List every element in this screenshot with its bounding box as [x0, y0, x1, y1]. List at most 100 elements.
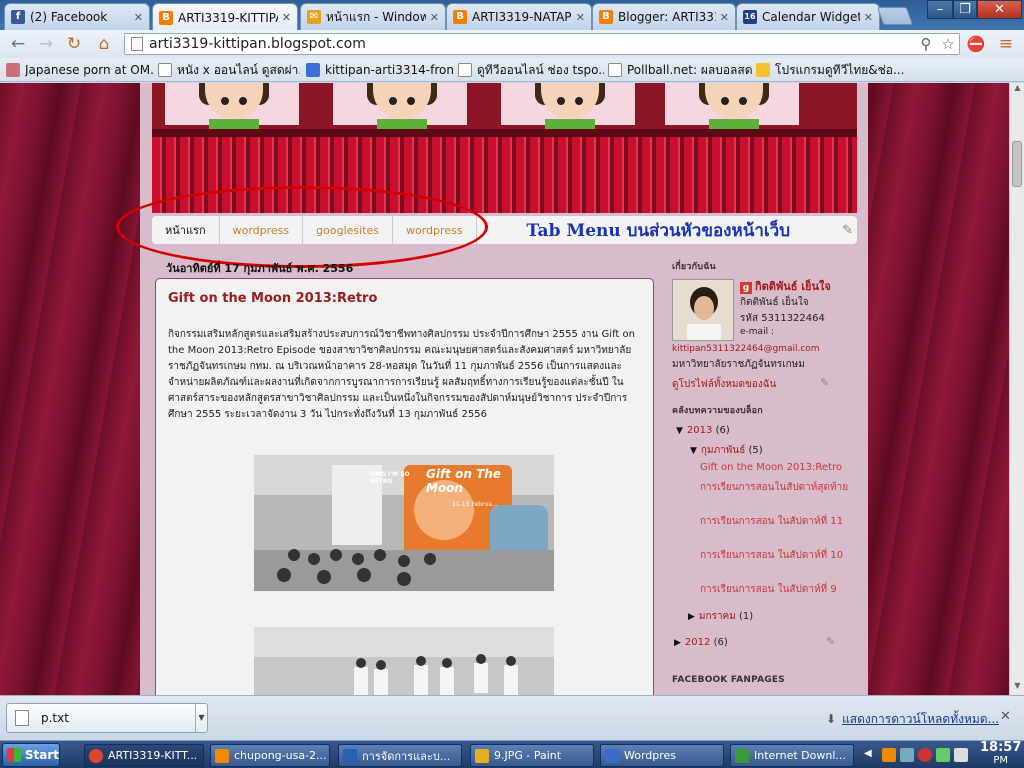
- tab-label: Calendar Widget f: [762, 10, 860, 24]
- close-icon[interactable]: ✕: [1000, 709, 1011, 724]
- minimize-button[interactable]: –: [927, 0, 953, 19]
- bookmark-item[interactable]: kittipan-arti3314-front...: [306, 61, 454, 79]
- close-icon[interactable]: ✕: [134, 11, 143, 24]
- triangle-right-icon[interactable]: ▶: [674, 638, 681, 648]
- adblock-icon[interactable]: ⛔: [966, 34, 986, 54]
- taskbar-item-paint[interactable]: 9.JPG - Paint: [470, 744, 594, 767]
- tab-facebook[interactable]: f (2) Facebook ✕: [4, 3, 150, 30]
- avatar[interactable]: [672, 279, 734, 341]
- view-full-profile-link[interactable]: ดูโปรไฟล์ทั้งหมดของฉัน: [672, 377, 776, 392]
- close-icon[interactable]: ✕: [430, 11, 439, 24]
- bookmark-item[interactable]: ดูทีวีออนไลน์ ช่อง tspo...: [458, 61, 604, 79]
- bookmark-item[interactable]: Japanese porn at OM...: [6, 61, 154, 79]
- show-all-label: แสดงการดาวน์โหลดทั้งหมด...: [842, 712, 1000, 726]
- close-icon[interactable]: ✕: [864, 11, 873, 24]
- archive-post-link[interactable]: Gift on the Moon 2013:Retro: [700, 461, 850, 475]
- close-window-button[interactable]: ✕: [977, 0, 1022, 19]
- forward-arrow-icon[interactable]: →: [36, 34, 56, 54]
- archive-post-link[interactable]: การเรียนการสอน ในสัปดาห์ที่ 10: [700, 549, 850, 563]
- page-scrollbar[interactable]: ▲ ▼: [1009, 83, 1024, 695]
- archive-post-link[interactable]: การเรียนการสอน ในสัปดาห์ที่ 11: [700, 515, 850, 529]
- taskbar-item-wordpres[interactable]: Wordpres: [600, 744, 724, 767]
- archive-month-label[interactable]: มกราคม: [699, 611, 736, 622]
- archive-month-january[interactable]: ▶ มกราคม (1): [688, 609, 753, 624]
- taskbar-item-idm[interactable]: Internet Downl...: [730, 744, 854, 767]
- event-photo[interactable]: OMG I'M SO RETRO Gift on The Moon 11-13 …: [254, 455, 554, 591]
- edit-wrench-icon[interactable]: ✎: [826, 635, 835, 648]
- archive-month-february[interactable]: ▼ กุมภาพันธ์ (5): [690, 443, 763, 458]
- maximize-button[interactable]: ❐: [953, 0, 977, 19]
- scroll-up-icon[interactable]: ▲: [1010, 83, 1024, 97]
- search-icon[interactable]: ⚲: [915, 35, 937, 53]
- taskbar-item-chrome[interactable]: ARTI3319-KITT...: [84, 744, 204, 767]
- bookmark-item[interactable]: หนัง x ออนไลน์ ดูสดผ่า...: [158, 61, 300, 79]
- bookmark-item[interactable]: Pollball.net: ผลบอลสด...: [608, 61, 752, 79]
- profile-name[interactable]: g กิตติพันธ์ เย็นใจ: [740, 277, 831, 295]
- archive-post-link[interactable]: การเรียนการสอนในสัปดาห์สุดท้าย: [700, 481, 850, 495]
- dropdown-arrow-icon[interactable]: ▼: [195, 704, 207, 732]
- show-all-downloads-link[interactable]: ⬇ แสดงการดาวน์โหลดทั้งหมด...: [826, 710, 999, 729]
- close-icon[interactable]: ✕: [720, 11, 729, 24]
- clock[interactable]: 18:57 PM: [980, 741, 1021, 767]
- tab-label: ARTI3319-NATAPO: [472, 10, 572, 24]
- bookmark-item[interactable]: โปรแกรมดูทีวีไทย&ช่อ...: [756, 61, 906, 79]
- url-text[interactable]: arti3319-kittipan.blogspot.com: [149, 36, 915, 52]
- blogger-icon: B: [599, 10, 613, 24]
- tab-blogger[interactable]: B Blogger: ARTI331 ✕: [592, 3, 736, 30]
- back-arrow-icon[interactable]: ←: [8, 34, 28, 54]
- tab-arti3319-natapol[interactable]: B ARTI3319-NATAPO ✕: [446, 3, 592, 30]
- download-item[interactable]: p.txt ▼: [6, 703, 208, 733]
- blog-post: Gift on the Moon 2013:Retro กิจกรรมเสริม…: [155, 278, 654, 695]
- edit-wrench-icon[interactable]: ✎: [842, 223, 853, 238]
- triangle-down-icon[interactable]: ▼: [676, 426, 683, 436]
- scrollbar-thumb[interactable]: [1012, 141, 1022, 187]
- text-file-icon: [15, 710, 29, 726]
- network-tray-icon[interactable]: [900, 748, 914, 762]
- download-shelf: p.txt ▼ ⬇ แสดงการดาวน์โหลดทั้งหมด... ✕: [0, 695, 1024, 740]
- archive-month-label[interactable]: กุมภาพันธ์: [701, 445, 745, 456]
- archive-year-2013[interactable]: ▼ 2013 (6): [676, 425, 730, 436]
- google-docs-icon: [306, 63, 320, 77]
- tv-icon: [756, 63, 770, 77]
- profile-line: กิตติพันธ์ เย็นใจ: [740, 297, 809, 308]
- taskbar-item-vlc[interactable]: chupong-usa-2...: [210, 744, 330, 767]
- antivirus-tray-icon[interactable]: [918, 748, 932, 762]
- reload-icon[interactable]: ↻: [64, 34, 84, 54]
- home-icon[interactable]: ⌂: [94, 34, 114, 54]
- triangle-right-icon[interactable]: ▶: [688, 612, 695, 622]
- blogger-icon: B: [453, 10, 467, 24]
- wrench-menu-icon[interactable]: ≡: [996, 34, 1016, 54]
- address-bar[interactable]: arti3319-kittipan.blogspot.com ⚲ ☆: [124, 33, 960, 55]
- tab-label: หน้าแรก - Windows: [326, 9, 426, 24]
- page-icon: [458, 63, 472, 77]
- bookmark-label: โปรแกรมดูทีวีไทย&ช่อ...: [775, 62, 905, 77]
- edit-wrench-icon[interactable]: ✎: [820, 376, 829, 389]
- tab-windows-live[interactable]: ✉ หน้าแรก - Windows ✕: [300, 3, 446, 30]
- signal-tray-icon[interactable]: [936, 748, 950, 762]
- archive-year-label[interactable]: 2013: [687, 425, 712, 436]
- profile-email[interactable]: kittipan5311322464@gmail.com: [672, 344, 820, 354]
- taskbar-item-word[interactable]: การจัดการและบ...: [338, 744, 462, 767]
- tab-calendar-widget[interactable]: 16 Calendar Widget f ✕: [736, 3, 880, 30]
- new-tab-button[interactable]: [876, 7, 914, 25]
- scroll-down-icon[interactable]: ▼: [1010, 681, 1024, 695]
- taskbar-label: Internet Downl...: [754, 749, 846, 762]
- event-photo[interactable]: [254, 627, 554, 695]
- volume-tray-icon[interactable]: [954, 748, 968, 762]
- post-body: กิจกรรมเสริมหลักสูตรและเสริมสร้างประสบกา…: [168, 329, 635, 420]
- tray-expand-icon[interactable]: ◀: [864, 748, 878, 762]
- vlc-tray-icon[interactable]: [882, 748, 896, 762]
- profile-name-text: กิตติพันธ์ เย็นใจ: [755, 280, 831, 293]
- page-viewport[interactable]: หน้าแรก wordpress googlesites wordpress …: [0, 83, 1009, 695]
- star-icon[interactable]: ☆: [937, 35, 959, 53]
- post-title[interactable]: Gift on the Moon 2013:Retro: [168, 291, 377, 306]
- archive-post-link[interactable]: การเรียนการสอน ในสัปดาห์ที่ 9: [700, 583, 850, 597]
- close-icon[interactable]: ✕: [576, 11, 585, 24]
- triangle-down-icon[interactable]: ▼: [690, 446, 697, 456]
- archive-year-2012[interactable]: ▶ 2012 (6): [674, 637, 728, 648]
- start-button[interactable]: Start: [2, 743, 60, 767]
- tab-arti3319-kittipan[interactable]: B ARTI3319-KITTIPA ✕: [152, 3, 298, 31]
- page-icon: [608, 63, 622, 77]
- archive-year-label[interactable]: 2012: [685, 637, 710, 648]
- close-icon[interactable]: ✕: [282, 11, 291, 24]
